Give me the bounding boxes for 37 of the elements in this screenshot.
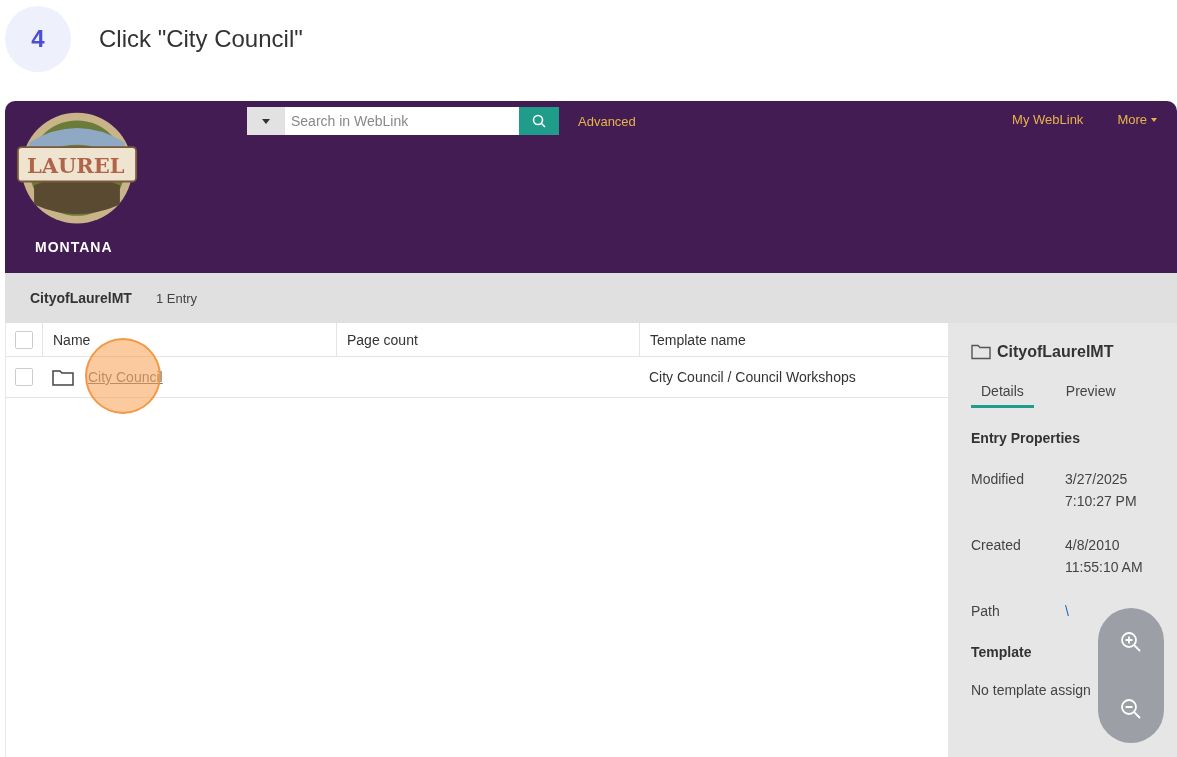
- property-label: Created: [971, 536, 1022, 555]
- caret-icon: [262, 118, 270, 124]
- advanced-link[interactable]: Advanced: [578, 113, 636, 129]
- property-value: 3/27/2025 7:10:27 PM: [1065, 470, 1137, 511]
- column-header[interactable]: Name: [43, 323, 337, 356]
- logo-title: LAUREL: [27, 153, 125, 178]
- entry-count: 1 Entry: [155, 290, 198, 306]
- more-menu[interactable]: More: [1117, 112, 1157, 127]
- zoom-out-icon[interactable]: [1120, 698, 1142, 721]
- logo-subtitle: MONTANA: [35, 239, 113, 255]
- folder-icon: [52, 368, 74, 386]
- zoom-in-icon[interactable]: [1120, 630, 1142, 653]
- step-instruction: Click "City Council": [99, 25, 303, 53]
- search-scope-dropdown[interactable]: [247, 107, 285, 135]
- panel-tab[interactable]: Preview: [1055, 383, 1126, 408]
- search-field[interactable]: Search in WebLink: [285, 107, 519, 135]
- property-value: 4/8/2010 11:55:10 AM: [1065, 536, 1143, 577]
- caret-icon: [1151, 117, 1157, 122]
- nav-link[interactable]: My WebLink: [1012, 112, 1084, 127]
- column-header[interactable]: Page count: [337, 323, 640, 356]
- step-number: 4: [5, 6, 71, 72]
- section-heading: Template: [971, 644, 1033, 660]
- property-label: Path: [971, 602, 1001, 621]
- column-header[interactable]: Template name: [640, 323, 948, 356]
- folder-icon: [971, 344, 991, 360]
- search-icon: [532, 114, 546, 128]
- panel-tab[interactable]: Details: [971, 383, 1034, 408]
- search-button[interactable]: [519, 107, 559, 135]
- table-cell-text: City Council / Council Workshops: [648, 368, 857, 387]
- section-heading: Entry Properties: [971, 430, 1081, 446]
- row-checkbox[interactable]: [15, 368, 33, 386]
- select-all-checkbox[interactable]: [15, 330, 33, 349]
- panel-title: CityofLaurelMT: [997, 343, 1114, 361]
- template-value: No template assign: [971, 682, 1092, 698]
- property-label: Modified: [971, 470, 1025, 489]
- folder-name[interactable]: CityofLaurelMT: [30, 290, 132, 306]
- path-link[interactable]: \: [1065, 600, 1069, 622]
